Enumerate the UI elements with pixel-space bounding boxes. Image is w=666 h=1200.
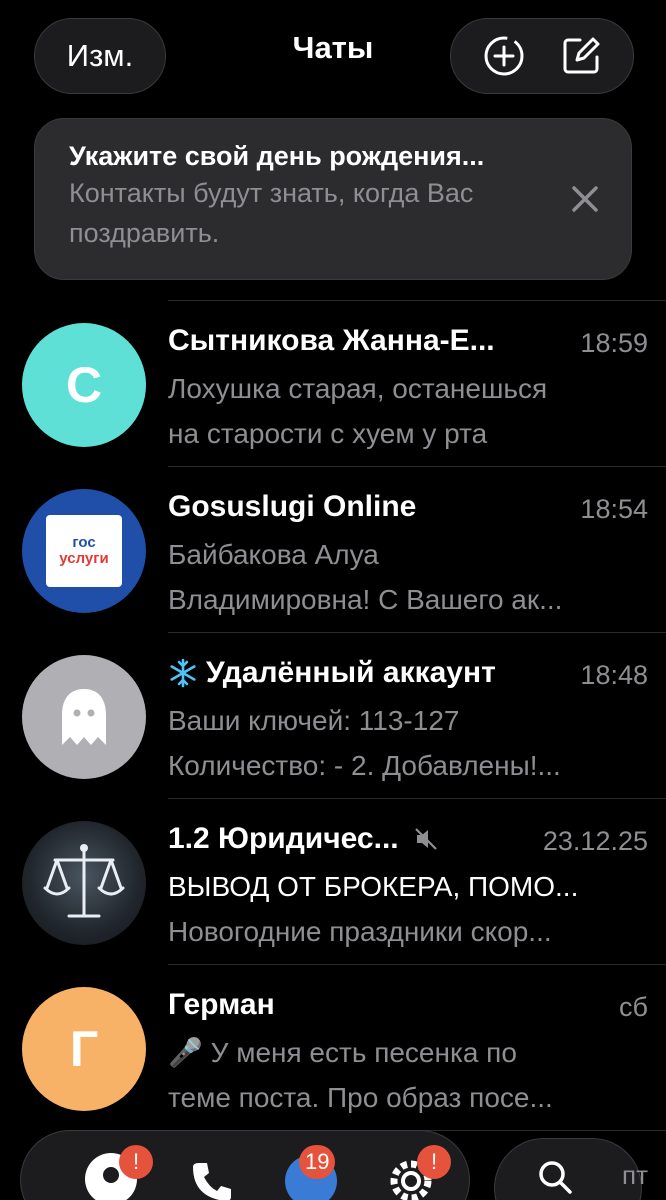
avatar: С xyxy=(22,323,146,447)
chat-row[interactable]: Удалённый аккаунт 18:48 Ваши ключей: 113… xyxy=(0,633,666,799)
tab-bar: ! 19 ! xyxy=(20,1130,470,1200)
tab-badge: 19 xyxy=(299,1145,336,1179)
phone-icon xyxy=(193,1163,231,1200)
chat-time: 18:54 xyxy=(580,494,648,524)
tab-badge: ! xyxy=(119,1145,153,1179)
gosuslugi-logo: гос услуги xyxy=(46,515,122,587)
chat-preview-line: Владимировна! С Вашего ак... xyxy=(168,584,563,615)
chat-preview-line: Новогодние праздники скор... xyxy=(168,916,552,947)
ghost-icon xyxy=(62,689,106,745)
chat-time: 18:59 xyxy=(580,328,648,358)
chat-preview: 🎤 У меня есть песенка по теме поста. Про… xyxy=(168,1030,648,1120)
chat-preview-line: Байбакова Алуа xyxy=(168,539,379,570)
chat-preview-line: Количество: - 2. Добавлены!... xyxy=(168,750,561,781)
chat-preview-line: на старости с хуем у рта xyxy=(168,418,488,449)
chat-list: С Сытникова Жанна-Е... 18:59 Лохушка ста… xyxy=(0,301,666,1131)
chat-preview-line: Лохушка старая, останешься xyxy=(168,373,548,404)
chat-preview-line: 🎤 У меня есть песенка по xyxy=(168,1037,517,1068)
chat-name: Gosuslugi Online xyxy=(168,490,417,523)
chat-name-text: 1.2 Юридичес... xyxy=(168,822,399,855)
chat-name: Удалённый аккаунт xyxy=(168,653,558,693)
chat-row[interactable]: 1.2 Юридичес... 23.12.25 ВЫВОД ОТ БРОКЕР… xyxy=(0,799,666,965)
edit-button[interactable]: Изм. xyxy=(34,18,166,94)
banner-title: Укажите свой день рождения... xyxy=(69,141,485,171)
top-bar: Изм. Чаты xyxy=(0,0,666,110)
chat-preview-line: Ваши ключей: 113-127 xyxy=(168,705,460,736)
chat-preview-line: ВЫВОД ОТ БРОКЕРА, ПОМО... xyxy=(168,871,579,902)
avatar xyxy=(22,821,146,945)
avatar xyxy=(22,655,146,779)
compose-icon xyxy=(563,37,599,74)
logo-text-top: гос xyxy=(72,534,96,551)
chat-name: Сытникова Жанна-Е... xyxy=(168,324,495,357)
tab-chats[interactable]: 19 xyxy=(271,1141,351,1200)
avatar-letter: С xyxy=(65,357,103,413)
chat-row[interactable]: Г Герман сб 🎤 У меня есть песенка по тем… xyxy=(0,965,666,1131)
logo-text-bottom: услуги xyxy=(59,550,109,567)
chat-preview-line: теме поста. Про образ посе... xyxy=(168,1082,553,1113)
edit-button-label: Изм. xyxy=(66,38,134,73)
birthday-banner[interactable]: Укажите свой день рождения... Контакты б… xyxy=(34,118,632,280)
chat-time: 18:48 xyxy=(580,660,648,690)
avatar: Г xyxy=(22,987,146,1111)
tab-settings[interactable]: ! xyxy=(371,1141,451,1200)
add-circle-icon xyxy=(484,36,523,76)
chat-time: сб xyxy=(619,992,648,1022)
chat-preview: Ваши ключей: 113-127 Количество: - 2. До… xyxy=(168,698,648,788)
chat-name-text: Удалённый аккаунт xyxy=(206,656,496,689)
chat-preview: Байбакова Алуа Владимировна! С Вашего ак… xyxy=(168,532,648,622)
compose-button[interactable] xyxy=(553,28,609,84)
search-icon xyxy=(539,1161,572,1194)
chat-name: 1.2 Юридичес... xyxy=(168,819,558,859)
chat-preview: Лохушка старая, останешься на старости с… xyxy=(168,366,648,456)
chat-row[interactable]: С Сытникова Жанна-Е... 18:59 Лохушка ста… xyxy=(0,301,666,467)
chat-preview: ВЫВОД ОТ БРОКЕРА, ПОМО... Новогодние пра… xyxy=(168,864,648,954)
new-story-button[interactable] xyxy=(476,28,532,84)
scales-icon xyxy=(43,844,125,918)
close-icon xyxy=(572,186,598,212)
search-button[interactable] xyxy=(494,1138,642,1200)
muted-icon xyxy=(414,828,437,850)
tab-badge: ! xyxy=(417,1145,451,1179)
chat-row[interactable]: гос услуги Gosuslugi Online 18:54 Байбак… xyxy=(0,467,666,633)
chat-time: пт xyxy=(622,1160,648,1190)
banner-text: Контакты будут знать, когда Вас поздрави… xyxy=(69,178,474,248)
header-actions xyxy=(450,18,634,94)
banner-close-button[interactable] xyxy=(565,179,605,219)
chat-time: 23.12.25 xyxy=(542,826,648,856)
snowflake-icon xyxy=(170,658,196,688)
page-title-text: Чаты xyxy=(292,30,374,65)
avatar-letter: Г xyxy=(69,1021,99,1077)
tab-calls[interactable] xyxy=(171,1141,251,1200)
avatar: гос услуги xyxy=(22,489,146,613)
chat-name: Герман xyxy=(168,988,275,1021)
tab-contacts[interactable]: ! xyxy=(71,1141,153,1200)
